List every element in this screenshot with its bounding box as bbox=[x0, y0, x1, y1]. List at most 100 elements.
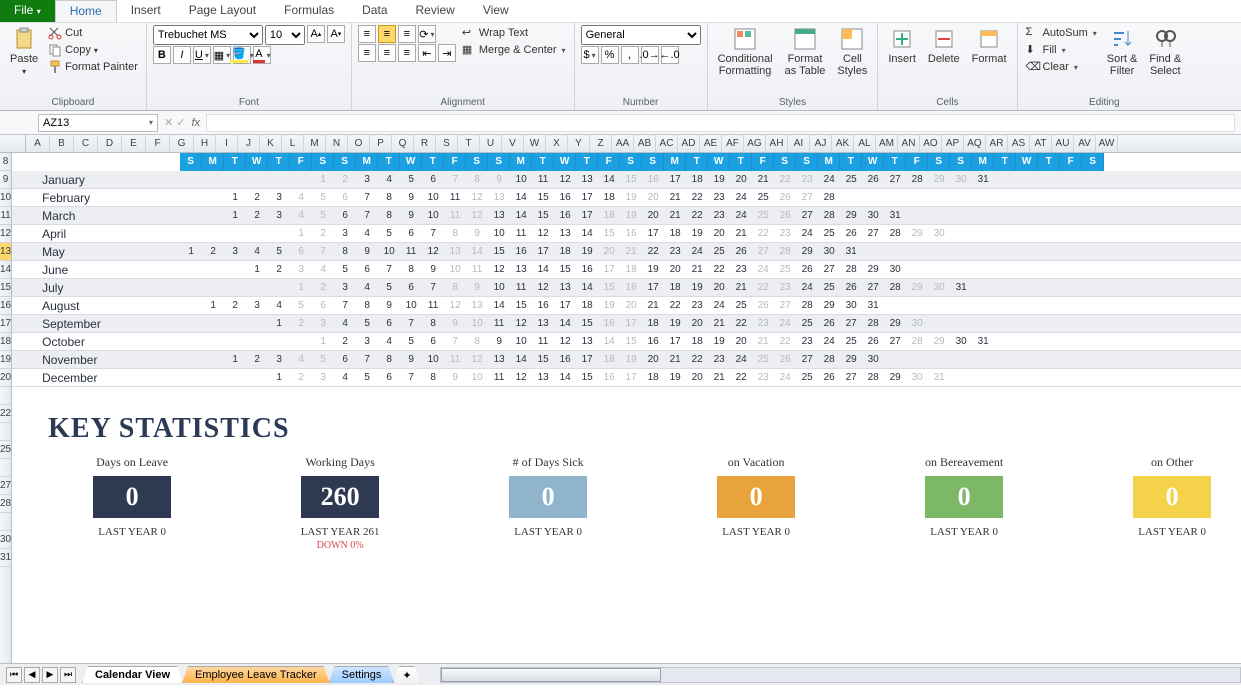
day-cell[interactable]: 20 bbox=[708, 279, 730, 296]
ribbon-tab-data[interactable]: Data bbox=[348, 0, 401, 22]
day-cell[interactable]: 31 bbox=[928, 369, 950, 386]
day-cell[interactable]: 8 bbox=[422, 369, 444, 386]
day-cell[interactable]: 6 bbox=[400, 225, 422, 242]
find-select-button[interactable]: Find & Select bbox=[1145, 25, 1185, 79]
day-cell[interactable]: 1 bbox=[180, 243, 202, 260]
day-cell[interactable] bbox=[928, 351, 950, 368]
row-header[interactable]: 20 bbox=[0, 369, 11, 387]
day-cell[interactable]: 15 bbox=[554, 261, 576, 278]
scroll-thumb[interactable] bbox=[441, 668, 661, 682]
day-cell[interactable] bbox=[1060, 351, 1082, 368]
day-cell[interactable]: 22 bbox=[774, 171, 796, 188]
day-cell[interactable]: 16 bbox=[620, 279, 642, 296]
day-cell[interactable]: 19 bbox=[664, 369, 686, 386]
col-header[interactable]: AS bbox=[1008, 135, 1030, 152]
day-cell[interactable] bbox=[906, 351, 928, 368]
day-cell[interactable]: 5 bbox=[356, 315, 378, 332]
day-cell[interactable]: 2 bbox=[290, 369, 312, 386]
day-cell[interactable]: 31 bbox=[840, 243, 862, 260]
row-header[interactable]: 30 bbox=[0, 531, 11, 549]
day-cell[interactable]: 10 bbox=[488, 279, 510, 296]
col-header[interactable]: AH bbox=[766, 135, 788, 152]
day-cell[interactable]: 7 bbox=[422, 279, 444, 296]
day-cell[interactable] bbox=[884, 243, 906, 260]
day-cell[interactable]: 20 bbox=[730, 333, 752, 350]
col-header[interactable]: AO bbox=[920, 135, 942, 152]
day-cell[interactable]: 13 bbox=[554, 279, 576, 296]
day-cell[interactable]: 5 bbox=[400, 333, 422, 350]
day-cell[interactable]: 29 bbox=[884, 369, 906, 386]
day-cell[interactable]: 7 bbox=[422, 225, 444, 242]
col-header[interactable]: AI bbox=[788, 135, 810, 152]
day-cell[interactable]: 9 bbox=[488, 333, 510, 350]
day-cell[interactable]: 17 bbox=[664, 171, 686, 188]
sort-filter-button[interactable]: Sort & Filter bbox=[1103, 25, 1142, 79]
day-cell[interactable]: 26 bbox=[774, 189, 796, 206]
day-cell[interactable]: 21 bbox=[620, 243, 642, 260]
day-cell[interactable] bbox=[1082, 261, 1104, 278]
day-cell[interactable] bbox=[224, 279, 246, 296]
day-cell[interactable]: 31 bbox=[862, 297, 884, 314]
day-cell[interactable] bbox=[1016, 243, 1038, 260]
day-cell[interactable]: 12 bbox=[510, 369, 532, 386]
day-cell[interactable]: 26 bbox=[840, 225, 862, 242]
day-cell[interactable]: 27 bbox=[818, 261, 840, 278]
column-headers[interactable]: ABCDEFGHIJKLMNOPQRSTUVWXYZAAABACADAEAFAG… bbox=[0, 135, 1241, 153]
day-cell[interactable]: 14 bbox=[532, 261, 554, 278]
day-cell[interactable]: 6 bbox=[334, 207, 356, 224]
col-header[interactable]: AF bbox=[722, 135, 744, 152]
day-cell[interactable]: 16 bbox=[532, 297, 554, 314]
day-cell[interactable] bbox=[972, 279, 994, 296]
day-cell[interactable]: 20 bbox=[642, 351, 664, 368]
day-cell[interactable]: 31 bbox=[972, 333, 994, 350]
day-cell[interactable] bbox=[928, 243, 950, 260]
day-cell[interactable]: 1 bbox=[202, 297, 224, 314]
day-cell[interactable]: 10 bbox=[510, 171, 532, 188]
col-header[interactable]: B bbox=[50, 135, 74, 152]
day-cell[interactable] bbox=[1082, 297, 1104, 314]
day-cell[interactable]: 30 bbox=[840, 297, 862, 314]
day-cell[interactable]: 24 bbox=[774, 315, 796, 332]
day-cell[interactable]: 5 bbox=[400, 171, 422, 188]
day-cell[interactable]: 20 bbox=[686, 369, 708, 386]
col-header[interactable]: N bbox=[326, 135, 348, 152]
day-cell[interactable]: 16 bbox=[642, 333, 664, 350]
day-cell[interactable]: 3 bbox=[268, 189, 290, 206]
underline-button[interactable]: U bbox=[193, 46, 211, 64]
day-cell[interactable]: 3 bbox=[290, 261, 312, 278]
day-cell[interactable]: 15 bbox=[598, 225, 620, 242]
day-cell[interactable]: 5 bbox=[268, 243, 290, 260]
day-cell[interactable] bbox=[202, 333, 224, 350]
day-cell[interactable]: 2 bbox=[334, 171, 356, 188]
day-cell[interactable]: 29 bbox=[906, 279, 928, 296]
day-cell[interactable]: 5 bbox=[290, 297, 312, 314]
day-cell[interactable]: 23 bbox=[774, 225, 796, 242]
day-cell[interactable]: 28 bbox=[840, 261, 862, 278]
percent-button[interactable]: % bbox=[601, 46, 619, 64]
day-cell[interactable]: 10 bbox=[466, 369, 488, 386]
day-cell[interactable]: 10 bbox=[422, 351, 444, 368]
format-cells-button[interactable]: Format bbox=[968, 25, 1011, 67]
day-cell[interactable] bbox=[268, 333, 290, 350]
day-cell[interactable]: 1 bbox=[312, 333, 334, 350]
day-cell[interactable]: 1 bbox=[224, 189, 246, 206]
day-cell[interactable]: 18 bbox=[642, 369, 664, 386]
day-cell[interactable]: 19 bbox=[576, 243, 598, 260]
day-cell[interactable] bbox=[950, 297, 972, 314]
day-cell[interactable]: 1 bbox=[290, 279, 312, 296]
day-cell[interactable]: 9 bbox=[400, 189, 422, 206]
day-cell[interactable]: 1 bbox=[290, 225, 312, 242]
day-cell[interactable]: 8 bbox=[334, 243, 356, 260]
col-header[interactable]: I bbox=[216, 135, 238, 152]
align-top-button[interactable]: ≡ bbox=[358, 25, 376, 43]
day-cell[interactable]: 4 bbox=[290, 189, 312, 206]
day-cell[interactable] bbox=[1016, 333, 1038, 350]
day-cell[interactable] bbox=[224, 315, 246, 332]
row-header[interactable]: 28 bbox=[0, 495, 11, 513]
ribbon-tab-review[interactable]: Review bbox=[402, 0, 469, 22]
day-cell[interactable]: 26 bbox=[730, 243, 752, 260]
day-cell[interactable]: 1 bbox=[224, 207, 246, 224]
day-cell[interactable]: 16 bbox=[554, 207, 576, 224]
row-header[interactable] bbox=[0, 513, 11, 531]
row-header[interactable] bbox=[0, 459, 11, 477]
